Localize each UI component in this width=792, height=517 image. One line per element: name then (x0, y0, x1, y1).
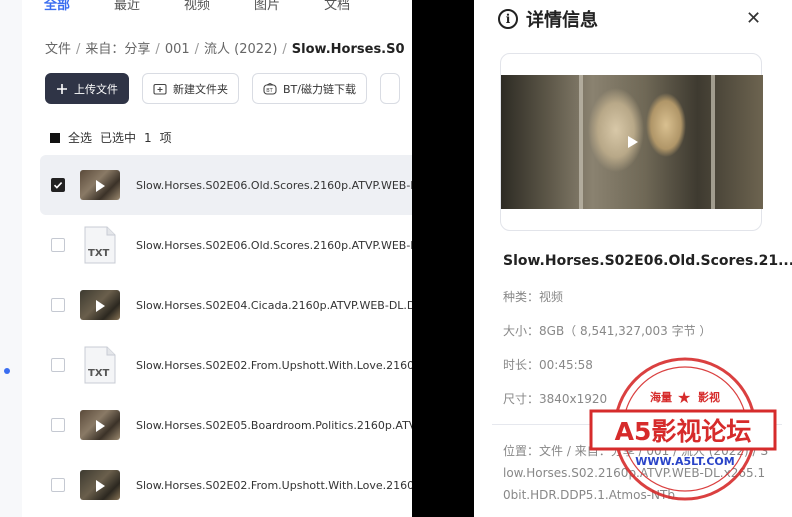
file-row[interactable]: TXT Slow.Horses.S02E02.From.Upshott.With… (40, 335, 412, 395)
file-row[interactable]: Slow.Horses.S02E04.Cicada.2160p.ATVP.WEB… (40, 275, 412, 335)
row-checkbox[interactable] (51, 418, 65, 432)
size-label: 大小： (503, 324, 540, 338)
tab-images[interactable]: 图片 (254, 0, 280, 14)
file-name[interactable]: Slow.Horses.S02E06.Old.Scores.2160p.ATVP… (136, 239, 412, 252)
play-icon (96, 420, 105, 432)
bt-magnet-download-button[interactable]: BT BT/磁力链下载 (252, 73, 367, 104)
close-icon[interactable]: ✕ (746, 8, 761, 29)
row-checkbox[interactable] (51, 238, 65, 252)
info-icon: i (498, 9, 518, 29)
video-thumbnail (80, 170, 120, 200)
txt-label: TXT (88, 248, 110, 259)
row-checkbox[interactable] (51, 478, 65, 492)
tab-documents[interactable]: 文档 (324, 0, 350, 14)
duration-label: 时长： (503, 358, 540, 372)
details-title: i 详情信息 (498, 6, 598, 32)
play-icon (96, 180, 105, 192)
more-toolbar-button[interactable] (379, 73, 400, 104)
video-preview[interactable] (501, 75, 763, 209)
file-row[interactable]: TXT Slow.Horses.S02E06.Old.Scores.2160p.… (40, 215, 412, 275)
file-name[interactable]: Slow.Horses.S02E06.Old.Scores.2160p.ATVP… (136, 179, 412, 192)
breadcrumb: 文件 / 来自：分享 / 001 / 流人 (2022) / Slow.Horses.S0 (45, 38, 405, 57)
new-folder-button[interactable]: 新建文件夹 (142, 73, 239, 104)
details-panel: i 详情信息 ✕ Slow.Horses.S02E06.Old.Scores.2… (474, 0, 792, 517)
upload-file-button[interactable]: 上传文件 (45, 73, 129, 104)
category-tabs: 全部 最近 视频 图片 文档 (44, 0, 350, 14)
row-checkbox[interactable] (51, 298, 65, 312)
details-file-name: Slow.Horses.S02E06.Old.Scores.21... (503, 253, 792, 269)
breadcrumb-current: Slow.Horses.S0 (291, 42, 405, 57)
duration-value: 00:45:58 (539, 358, 593, 372)
video-thumbnail (80, 470, 120, 500)
file-row[interactable]: Slow.Horses.S02E02.From.Upshott.With.Lov… (40, 455, 412, 515)
details-title-text: 详情信息 (526, 10, 598, 31)
breadcrumb-item[interactable]: 001 (165, 42, 190, 57)
video-preview-card (500, 53, 763, 231)
txt-file-icon: TXT (84, 346, 116, 384)
left-sidebar-edge (0, 0, 22, 517)
breadcrumb-item[interactable]: 文件 (45, 42, 71, 57)
file-name[interactable]: Slow.Horses.S02E04.Cicada.2160p.ATVP.WEB… (136, 299, 412, 312)
selected-unit: 项 (159, 131, 172, 145)
selected-count: 1 (144, 130, 152, 145)
breadcrumb-item[interactable]: 流人 (2022) (204, 42, 277, 57)
active-indicator-dot (4, 368, 10, 374)
location-value: 文件 / 来自：分享 / 001 / 流人 (2022) / Slow.Hors… (503, 444, 768, 502)
row-checkbox[interactable] (51, 178, 65, 192)
row-checkbox[interactable] (51, 358, 65, 372)
breadcrumb-separator: / (155, 42, 160, 57)
plus-icon (56, 83, 68, 95)
location-label: 位置： (503, 444, 540, 458)
breadcrumb-separator: / (76, 42, 81, 57)
breadcrumb-separator: / (282, 42, 287, 57)
bt-magnet-download-label: BT/磁力链下载 (283, 82, 356, 96)
new-folder-label: 新建文件夹 (173, 82, 228, 96)
selected-label: 已选中 (100, 131, 137, 145)
file-name[interactable]: Slow.Horses.S02E02.From.Upshott.With.Lov… (136, 479, 412, 492)
dimension-label: 尺寸： (503, 392, 540, 406)
dimension-row: 尺寸：3840x1920 (503, 390, 607, 407)
file-list-pane: 全部 最近 视频 图片 文档 文件 / 来自：分享 / 001 / 流人 (2022) / Sl… (22, 0, 412, 517)
txt-file-icon: TXT (84, 226, 116, 264)
bt-icon: BT (263, 82, 277, 95)
file-name[interactable]: Slow.Horses.S02E05.Boardroom.Politics.21… (136, 419, 412, 432)
toolbar: 上传文件 新建文件夹 BT BT/磁力链下载 (45, 73, 400, 104)
play-icon[interactable] (628, 136, 638, 148)
file-name[interactable]: Slow.Horses.S02E02.From.Upshott.With.Lov… (136, 359, 412, 372)
tab-recent[interactable]: 最近 (114, 0, 140, 14)
upload-file-label: 上传文件 (74, 82, 118, 96)
tab-all[interactable]: 全部 (44, 0, 70, 14)
duration-row: 时长：00:45:58 (503, 356, 593, 373)
tab-video[interactable]: 视频 (184, 0, 210, 14)
breadcrumb-separator: / (194, 42, 200, 57)
select-all-checkbox[interactable] (50, 132, 60, 143)
check-icon (53, 182, 63, 189)
txt-label: TXT (88, 368, 110, 379)
file-rows: Slow.Horses.S02E06.Old.Scores.2160p.ATVP… (40, 155, 412, 515)
black-divider-strip (412, 0, 474, 517)
video-thumbnail (80, 290, 120, 320)
play-icon (96, 300, 105, 312)
file-row[interactable]: Slow.Horses.S02E05.Boardroom.Politics.21… (40, 395, 412, 455)
type-label: 种类： (503, 290, 540, 304)
location-row: 位置：文件 / 来自：分享 / 001 / 流人 (2022) / Slow.H… (503, 440, 771, 506)
type-row: 种类：视频 (503, 288, 563, 305)
size-row: 大小：8GB（ 8,541,327,003 字节 ） (503, 322, 711, 339)
folder-plus-icon (153, 83, 167, 95)
selection-bar: 全选 已选中 1 项 (50, 129, 172, 146)
divider (492, 424, 782, 425)
select-all-label[interactable]: 全选 (68, 129, 92, 146)
video-thumbnail (80, 410, 120, 440)
svg-text:BT: BT (266, 88, 273, 94)
dimension-value: 3840x1920 (539, 392, 608, 406)
type-value: 视频 (539, 290, 564, 304)
play-icon (96, 480, 105, 492)
size-value: 8GB（ 8,541,327,003 字节 ） (539, 324, 712, 338)
file-row[interactable]: Slow.Horses.S02E06.Old.Scores.2160p.ATVP… (40, 155, 412, 215)
breadcrumb-item[interactable]: 来自：分享 (85, 42, 150, 57)
